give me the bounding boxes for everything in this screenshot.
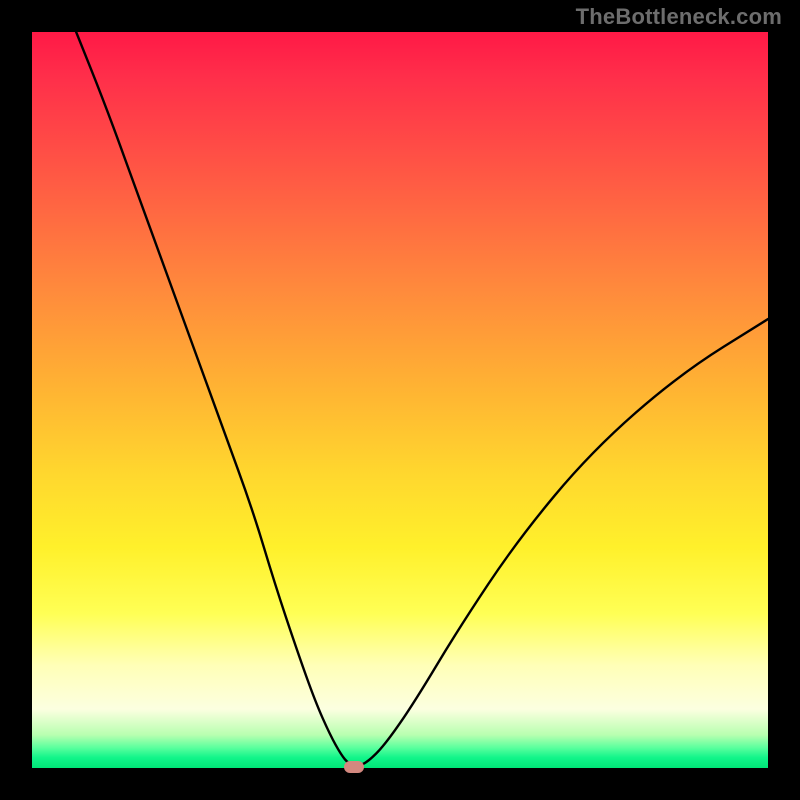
chart-frame: TheBottleneck.com: [0, 0, 800, 800]
optimal-point-marker: [344, 761, 364, 773]
watermark-text: TheBottleneck.com: [576, 4, 782, 30]
plot-area: [32, 32, 768, 768]
bottleneck-curve: [76, 32, 768, 766]
curve-layer: [32, 32, 768, 768]
